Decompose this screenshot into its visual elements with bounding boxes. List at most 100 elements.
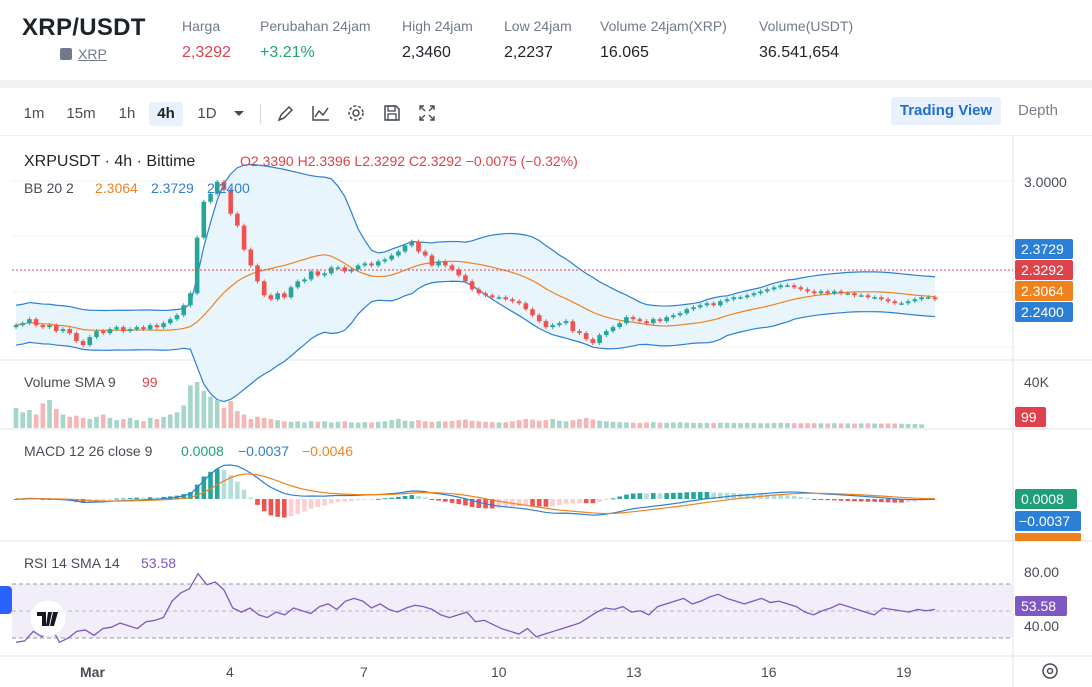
volume-bar <box>624 422 629 428</box>
macd-histogram-bar <box>536 499 542 507</box>
volume-bar <box>503 422 508 428</box>
macd-histogram-bar <box>121 498 126 500</box>
volume-bar <box>684 422 690 428</box>
volume-bar <box>114 420 119 428</box>
wallet-icon <box>60 48 72 60</box>
bb-upper-value: 2.3729 <box>151 180 194 196</box>
base-asset-link[interactable]: XRP <box>60 46 107 62</box>
price-badge-bb-lower: 2.2400 <box>1015 302 1073 322</box>
volume-bar <box>597 420 602 428</box>
volume-bar <box>375 421 381 428</box>
volume-bar <box>852 423 857 428</box>
volume-bar <box>100 414 106 428</box>
macd-histogram-bar <box>557 499 562 506</box>
volume-bar <box>758 423 763 428</box>
volume-bar <box>630 422 636 428</box>
volume-bar <box>60 414 66 428</box>
macd-histogram-bar <box>255 499 260 505</box>
volume-bar <box>476 421 482 428</box>
volume-bar <box>872 423 877 428</box>
macd-histogram-bar <box>335 499 341 503</box>
macd-histogram-bar <box>604 499 609 501</box>
macd-histogram-bar <box>268 499 274 516</box>
macd-histogram-bar <box>577 499 582 504</box>
macd-histogram-bar <box>382 498 388 500</box>
macd-histogram-bar <box>275 499 280 517</box>
price-chart[interactable]: XRPUSDT · 4h · Bittime O2.3390 H2.3396 L… <box>0 88 1092 687</box>
macd-histogram-bar <box>221 470 227 499</box>
rsi-badge: 53.58 <box>1015 596 1067 616</box>
macd-badge-hist: 0.0008 <box>1015 489 1077 509</box>
volume-bar <box>40 403 46 428</box>
macd-histogram-bar <box>369 499 374 500</box>
sidebar-toggle-button[interactable] <box>0 586 12 614</box>
macd-histogram-bar <box>617 496 623 499</box>
macd-hist-value: 0.0008 <box>181 443 224 459</box>
volume-bar <box>402 420 408 428</box>
macd-histogram-bar <box>355 499 361 501</box>
macd-histogram-bar <box>852 499 857 502</box>
volume-bar <box>335 421 341 428</box>
macd-histogram-bar <box>248 497 254 499</box>
macd-histogram-bar <box>885 499 891 503</box>
candle <box>288 285 294 300</box>
volume-bar <box>563 421 569 428</box>
volume-bar <box>604 421 609 428</box>
macd-histogram-bar <box>590 499 596 504</box>
macd-histogram-bar <box>637 493 643 499</box>
macd-histogram-bar <box>429 499 435 500</box>
volume-bar <box>530 419 535 428</box>
stat-value: 2,3292 <box>182 44 231 61</box>
volume-bar <box>167 414 173 428</box>
macd-histogram-bar <box>778 494 784 499</box>
volume-bar <box>657 422 663 428</box>
volume-bar <box>570 420 576 428</box>
macd-histogram-bar <box>443 499 448 502</box>
volume-bar <box>53 408 59 428</box>
macd-histogram-bar <box>288 499 294 517</box>
stat-value: 36.541,654 <box>759 44 840 61</box>
macd-histogram-bar <box>282 499 287 518</box>
price-badge-last: 2.3292 <box>1015 260 1073 280</box>
volume-bar <box>449 421 455 428</box>
macd-histogram-bar <box>811 499 817 500</box>
macd-histogram-bar <box>550 499 555 507</box>
macd-histogram-bar <box>349 499 354 502</box>
volume-bar <box>174 412 180 428</box>
rsi-legend-label: RSI 14 SMA 14 <box>24 555 120 571</box>
stat-label: High 24jam <box>402 18 473 34</box>
volume-bar <box>436 421 441 428</box>
volume-bar <box>422 421 428 428</box>
volume-bar <box>892 423 898 428</box>
volume-bar <box>255 416 260 428</box>
macd-histogram-bar <box>114 498 119 500</box>
macd-histogram-bar <box>563 499 569 504</box>
volume-bar <box>295 421 301 428</box>
volume-bar <box>650 422 656 428</box>
volume-bar <box>74 415 79 428</box>
macd-legend-label: MACD 12 26 close 9 <box>24 443 153 459</box>
volume-bar <box>899 423 904 428</box>
chart-legend-title: XRPUSDT · 4h · Bittime <box>24 153 195 170</box>
volume-bar <box>221 407 227 428</box>
macd-histogram-bar <box>832 499 837 501</box>
tradingview-logo-icon[interactable] <box>29 599 67 637</box>
volume-bar <box>121 419 126 428</box>
macd-histogram-bar <box>449 499 455 503</box>
macd-histogram-bar <box>302 499 307 512</box>
price-badge-bb-upper: 2.3729 <box>1015 239 1073 259</box>
macd-histogram-bar <box>107 499 113 500</box>
chart-settings-icon[interactable] <box>1042 663 1058 679</box>
volume-bar <box>496 422 502 428</box>
volume-bar <box>858 423 864 428</box>
macd-histogram-bar <box>463 499 468 506</box>
candle <box>255 263 260 284</box>
volume-bar <box>302 422 307 428</box>
macd-histogram-bar <box>530 499 535 507</box>
macd-histogram-bar <box>610 498 616 500</box>
volume-bar <box>107 417 113 428</box>
macd-histogram-bar <box>315 499 321 508</box>
macd-histogram-bar <box>416 496 421 499</box>
macd-histogram-bar <box>691 492 696 499</box>
volume-bar <box>617 422 623 428</box>
